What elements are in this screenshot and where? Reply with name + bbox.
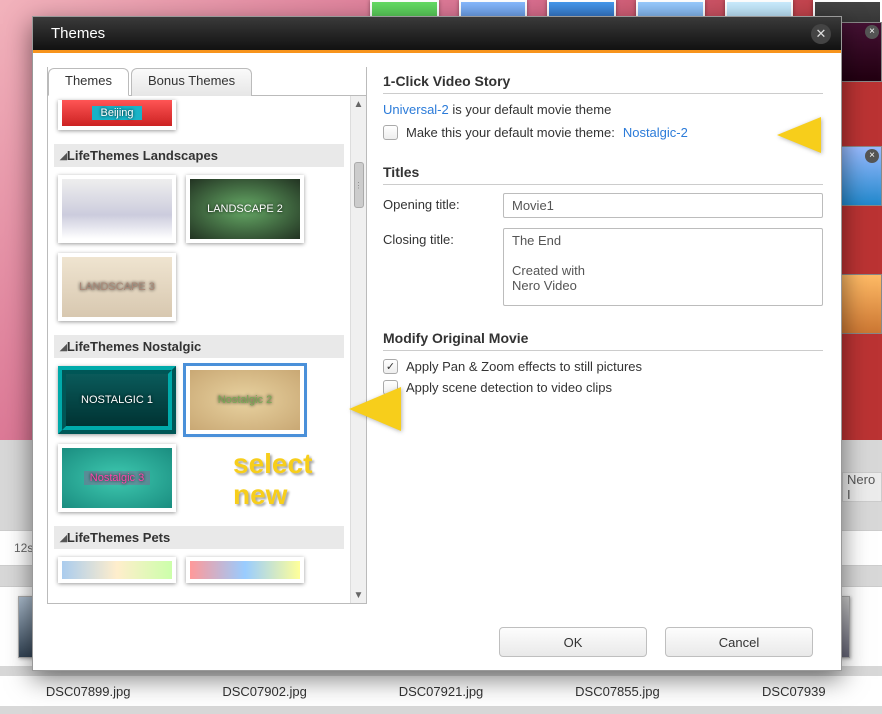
annotation-select-new: select new bbox=[233, 449, 312, 511]
section-1click: 1-Click Video Story bbox=[383, 73, 823, 94]
default-theme-link[interactable]: Universal-2 bbox=[383, 102, 449, 117]
theme-thumb-nostalgic-1[interactable]: NOSTALGIC 1 bbox=[58, 366, 176, 434]
theme-thumb-nostalgic-3[interactable]: Nostalgic 3 bbox=[58, 444, 176, 512]
category-pets[interactable]: LifeThemes Pets bbox=[54, 526, 344, 549]
close-button[interactable]: ✕ bbox=[811, 24, 831, 44]
make-default-label: Make this your default movie theme: bbox=[406, 125, 615, 140]
theme-thumb-label: LANDSCAPE 2 bbox=[207, 203, 283, 215]
dialog-titlebar: Themes ✕ bbox=[33, 17, 841, 53]
theme-thumb-landscape-3[interactable]: LANDSCAPE 3 bbox=[58, 253, 176, 321]
category-nostalgic[interactable]: LifeThemes Nostalgic bbox=[54, 335, 344, 358]
bg-filename: DSC07921.jpg bbox=[353, 684, 529, 699]
close-icon[interactable]: × bbox=[865, 149, 879, 163]
closing-title-label: Closing title: bbox=[383, 228, 503, 247]
scene-detection-label: Apply scene detection to video clips bbox=[406, 380, 612, 395]
section-titles: Titles bbox=[383, 164, 823, 185]
bg-filename: DSC07855.jpg bbox=[529, 684, 705, 699]
dialog-title: Themes bbox=[51, 25, 105, 42]
theme-thumb-nostalgic-2[interactable]: Nostalgic 2 bbox=[186, 366, 304, 434]
bg-side-thumb[interactable]: × 2.j... bbox=[840, 146, 882, 206]
category-landscapes[interactable]: LifeThemes Landscapes bbox=[54, 144, 344, 167]
default-theme-suffix: is your default movie theme bbox=[449, 102, 612, 117]
bg-side-thumb[interactable]: × 5.j... bbox=[840, 22, 882, 82]
theme-thumb-landscape-1[interactable] bbox=[58, 175, 176, 243]
default-theme-hint: Universal-2 is your default movie theme bbox=[383, 102, 823, 117]
theme-thumb-label: Beijing bbox=[92, 106, 141, 120]
panzoom-checkbox[interactable]: ✓ bbox=[383, 359, 398, 374]
theme-thumb-landscape-2[interactable]: LANDSCAPE 2 bbox=[186, 175, 304, 243]
theme-settings: 1-Click Video Story Universal-2 is your … bbox=[383, 67, 823, 604]
opening-title-input[interactable]: Movie1 bbox=[503, 193, 823, 218]
closing-title-input[interactable]: The End Created with Nero Video bbox=[503, 228, 823, 306]
themes-dialog: Themes ✕ Themes Bonus Themes Beijing Lif… bbox=[32, 16, 842, 671]
scroll-down-icon[interactable]: ▼ bbox=[351, 587, 366, 603]
theme-thumb-label: Nostalgic 3 bbox=[84, 471, 150, 485]
tab-bonus-themes[interactable]: Bonus Themes bbox=[131, 68, 252, 96]
theme-thumb-beijing[interactable]: Beijing bbox=[58, 100, 176, 130]
theme-thumb-label: LANDSCAPE 3 bbox=[79, 281, 155, 293]
timeline-marker: 12s bbox=[14, 541, 33, 555]
cancel-button[interactable]: Cancel bbox=[665, 627, 813, 657]
panzoom-label: Apply Pan & Zoom effects to still pictur… bbox=[406, 359, 642, 374]
annotation-arrow-icon bbox=[777, 117, 821, 153]
make-default-theme-link[interactable]: Nostalgic-2 bbox=[623, 125, 688, 140]
bg-filename: DSC07899.jpg bbox=[0, 684, 176, 699]
ok-button[interactable]: OK bbox=[499, 627, 647, 657]
make-default-checkbox[interactable] bbox=[383, 125, 398, 140]
scroll-up-icon[interactable]: ▲ bbox=[351, 96, 366, 112]
bg-side-thumb[interactable]: m bbox=[840, 274, 882, 334]
scroll-thumb[interactable]: ⋮ bbox=[354, 162, 364, 208]
bg-filename: DSC07939 bbox=[706, 684, 882, 699]
tab-themes[interactable]: Themes bbox=[48, 68, 129, 96]
theme-thumb-pets-1[interactable] bbox=[58, 557, 176, 583]
bg-filenames: DSC07899.jpg DSC07902.jpg DSC07921.jpg D… bbox=[0, 676, 882, 706]
close-icon[interactable]: × bbox=[865, 25, 879, 39]
themes-scrollbar[interactable]: ▲ ⋮ ▼ bbox=[350, 96, 366, 603]
annotation-arrow-icon bbox=[349, 387, 401, 431]
opening-title-label: Opening title: bbox=[383, 193, 503, 212]
bg-filename: DSC07902.jpg bbox=[176, 684, 352, 699]
themes-panel: Themes Bonus Themes Beijing LifeThemes L… bbox=[47, 67, 367, 604]
dialog-buttons: OK Cancel bbox=[33, 614, 841, 670]
nero-label: Nero I bbox=[842, 472, 882, 502]
theme-thumb-pets-2[interactable] bbox=[186, 557, 304, 583]
theme-thumb-label: Nostalgic 2 bbox=[218, 394, 272, 406]
theme-thumb-label: NOSTALGIC 1 bbox=[81, 394, 153, 406]
section-modify: Modify Original Movie bbox=[383, 330, 823, 351]
